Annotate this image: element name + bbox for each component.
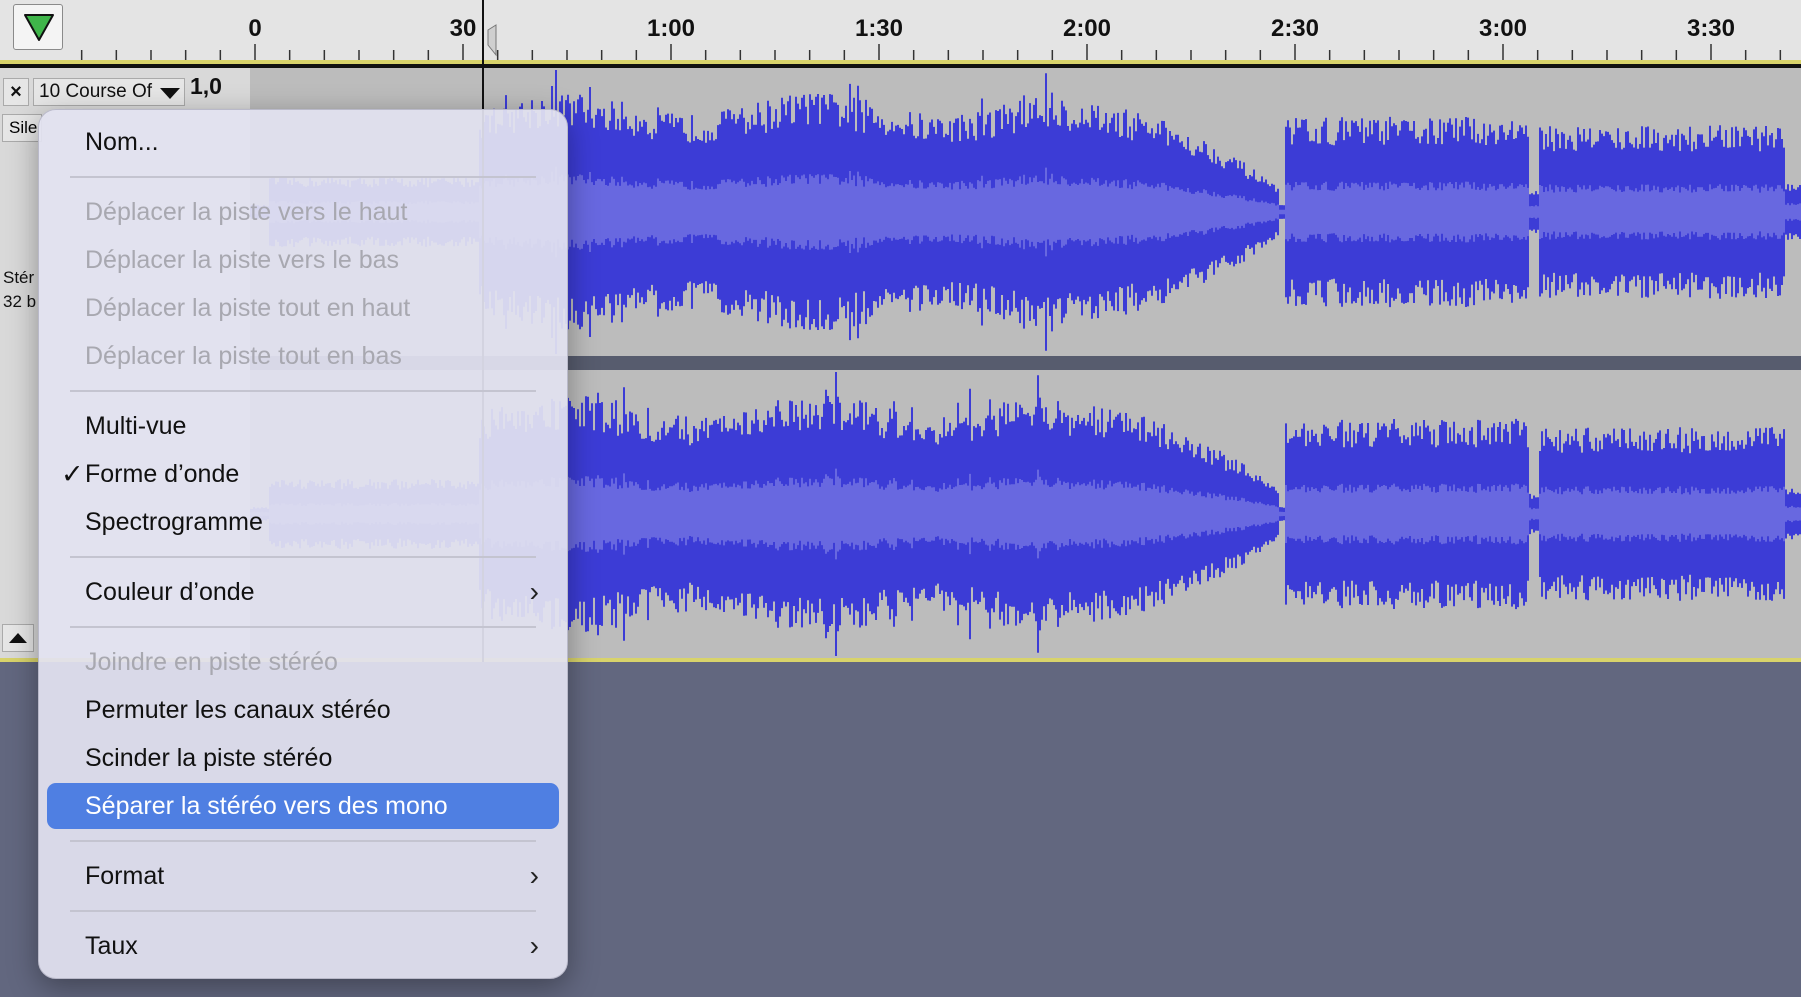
track-name-label: 10 Course Of [39,81,152,102]
menu-item-waveform[interactable]: ✓ Forme d’onde [47,451,559,497]
track-info: Stér 32 b [3,266,36,314]
play-button[interactable] [13,4,63,50]
menu-item-label: Déplacer la piste tout en haut [85,294,411,322]
ruler-tick-label: 3:30 [1687,15,1735,42]
track-name-dropdown[interactable]: 10 Course Of [33,78,185,106]
chevron-right-icon: › [529,930,539,961]
menu-item-label: Déplacer la piste vers le haut [85,198,408,226]
menu-separator [70,556,536,558]
mute-button[interactable]: Sile [2,114,42,142]
menu-item-swap-channels[interactable]: Permuter les canaux stéréo [47,687,559,733]
play-triangle-icon [24,14,54,41]
ruler-tick-label: 0 [248,15,261,42]
mute-button-label: Sile [9,118,38,137]
menu-separator [70,626,536,628]
menu-item-label: Format [85,862,165,890]
menu-item-move-up[interactable]: Déplacer la piste vers le haut [47,189,559,235]
menu-item-label: Nom... [85,128,159,156]
menu-item-wave-color[interactable]: Couleur d’onde › [47,569,559,615]
menu-item-label: Joindre en piste stéréo [85,648,338,676]
track-info-format: 32 b [3,292,37,311]
ruler-tick-label: 30 [450,15,477,42]
menu-item-format[interactable]: Format › [47,853,559,899]
menu-item-move-bottom[interactable]: Déplacer la piste tout en bas [47,333,559,379]
menu-item-label: Scinder la piste stéréo [85,744,333,772]
menu-item-nom[interactable]: Nom... [47,119,559,165]
menu-item-spectrogram[interactable]: Spectrogramme [47,499,559,545]
chevron-down-icon [160,88,180,99]
collapse-up-icon [9,633,27,643]
track-info-channels: Stér [3,268,35,287]
menu-item-move-down[interactable]: Déplacer la piste vers le bas [47,237,559,283]
menu-separator [70,176,536,178]
ruler-tick-label: 3:00 [1479,15,1527,42]
menu-item-join-stereo[interactable]: Joindre en piste stéréo [47,639,559,685]
menu-item-move-top[interactable]: Déplacer la piste tout en haut [47,285,559,331]
menu-separator [70,840,536,842]
chevron-right-icon: › [529,860,539,891]
menu-item-label: Multi-vue [85,412,187,440]
menu-item-label: Séparer la stéréo vers des mono [85,792,448,820]
menu-item-label: Forme d’onde [85,460,240,488]
menu-item-rate[interactable]: Taux › [47,923,559,969]
ruler-tick-label: 1:00 [647,15,695,42]
timeline-ruler[interactable]: 0 30 1:00 1:30 2:00 2:30 3:00 3:30 [0,0,1801,62]
playhead-marker[interactable] [487,24,497,57]
checkmark-icon: ✓ [61,459,84,489]
menu-item-split-stereo[interactable]: Scinder la piste stéréo [47,735,559,781]
close-icon: × [10,81,22,103]
ruler-ticks: 0 30 1:00 1:30 2:00 2:30 3:00 3:30 [80,15,1782,60]
menu-item-label: Permuter les canaux stéréo [85,696,391,724]
menu-item-split-to-mono[interactable]: Séparer la stéréo vers des mono [47,783,559,829]
ruler-tick-label: 2:00 [1063,15,1111,42]
track-close-button[interactable]: × [3,78,29,106]
menu-item-multi-view[interactable]: Multi-vue [47,403,559,449]
track-collapse-button[interactable] [2,624,34,652]
menu-separator [70,910,536,912]
track-scale-label: 1,0 [190,73,222,99]
ruler-tick-label: 1:30 [855,15,903,42]
menu-item-label: Spectrogramme [85,508,263,536]
menu-item-label: Déplacer la piste tout en bas [85,342,402,370]
menu-item-label: Couleur d’onde [85,578,255,606]
menu-item-label: Déplacer la piste vers le bas [85,246,400,274]
chevron-right-icon: › [529,576,539,607]
menu-item-label: Taux [85,932,138,960]
ruler-tick-label: 2:30 [1271,15,1319,42]
menu-separator [70,390,536,392]
track-context-menu[interactable]: Nom... Déplacer la piste vers le haut Dé… [38,109,568,979]
